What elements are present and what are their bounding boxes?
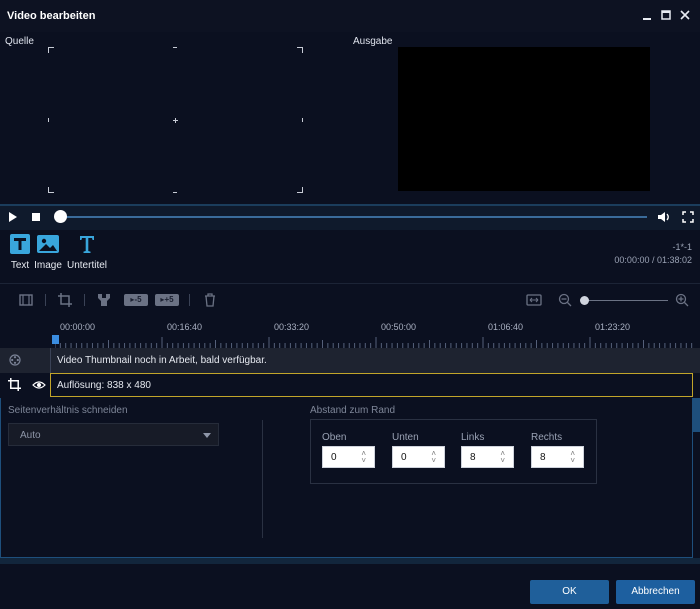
output-label: Ausgabe: [353, 36, 393, 47]
toolbar-separator: [84, 294, 85, 306]
toolbar-separator: [45, 294, 46, 306]
cancel-button[interactable]: Abbrechen: [616, 580, 695, 604]
fit-width-icon[interactable]: [526, 293, 542, 307]
subtitle-icon: [80, 236, 94, 253]
output-preview: [398, 47, 650, 191]
slower-button[interactable]: ▸-5: [124, 294, 148, 306]
zoom-slider-track[interactable]: [584, 300, 668, 301]
edit-toolbar: ▸-5 ▸+5: [0, 285, 700, 317]
frame-info: -1*-1: [672, 242, 692, 252]
title-bar: Video bearbeiten: [0, 0, 700, 32]
crop-handle-left[interactable]: [48, 118, 49, 122]
stop-icon[interactable]: [32, 213, 40, 221]
film-reel-icon: [9, 354, 21, 366]
crop-corner-bottom-left[interactable]: [48, 187, 54, 193]
source-label: Quelle: [5, 36, 34, 47]
timeline-tick-label: 01:23:20: [595, 322, 631, 332]
time-display: 00:00:00 / 01:38:02: [614, 255, 692, 265]
zoom-out-icon[interactable]: [558, 293, 572, 307]
timeline-tick-label: 00:50:00: [381, 322, 417, 332]
crop-center-mark-v: [175, 118, 176, 123]
playback-bar: [0, 204, 700, 230]
faster-button[interactable]: ▸+5: [155, 294, 179, 306]
crop-settings-panel: Seitenverhältnis schneiden Auto Abstand …: [0, 398, 693, 558]
top-margin-input[interactable]: 0 ˄ ˅: [322, 446, 375, 468]
timeline-tick-label: 00:16:40: [167, 322, 203, 332]
window-title: Video bearbeiten: [7, 10, 96, 22]
panel-scroll-strip[interactable]: [693, 398, 700, 432]
video-thumbnail-track: Video Thumbnail noch in Arbeit, bald ver…: [0, 348, 700, 373]
text-tool-label: Text: [10, 260, 30, 271]
chevron-down-icon: [203, 433, 211, 438]
right-margin-label: Rechts: [531, 432, 563, 443]
spinner-icon[interactable]: ˄ ˅: [500, 450, 505, 465]
crop-handle-right[interactable]: [302, 118, 303, 122]
source-crop-frame[interactable]: [48, 47, 303, 193]
ruler-ticks: [55, 337, 693, 348]
crop-corner-top-left[interactable]: [48, 47, 54, 53]
zoom-slider-handle[interactable]: [580, 296, 589, 305]
subtitle-tool-button[interactable]: Untertitel: [66, 234, 108, 271]
spinner-icon[interactable]: ˄ ˅: [361, 450, 366, 465]
image-tool-button[interactable]: Image: [34, 234, 62, 271]
aspect-ratio-label: Seitenverhältnis schneiden: [8, 405, 128, 416]
thumbnail-message: Video Thumbnail noch in Arbeit, bald ver…: [57, 355, 267, 366]
play-icon[interactable]: [9, 212, 17, 222]
spinner-icon[interactable]: ˄ ˅: [431, 450, 436, 465]
text-tool-button[interactable]: Text: [9, 234, 31, 271]
spinner-icon[interactable]: ˄ ˅: [570, 450, 575, 465]
cut-icon[interactable]: [97, 293, 111, 307]
minimize-icon[interactable]: [640, 8, 654, 22]
timeline-tick-label: 00:00:00: [60, 322, 96, 332]
left-margin-label: Links: [461, 432, 485, 443]
film-strip-icon[interactable]: [19, 293, 33, 307]
bottom-margin-input[interactable]: 0 ˄ ˅: [392, 446, 445, 468]
zoom-in-icon[interactable]: [675, 293, 689, 307]
trash-icon[interactable]: [204, 293, 216, 307]
top-margin-label: Oben: [322, 432, 347, 443]
timeline-tick-label: 01:06:40: [488, 322, 524, 332]
resolution-text: Auflösung: 838 x 480: [57, 380, 151, 391]
fullscreen-icon[interactable]: [682, 211, 694, 223]
crop-track: Auflösung: 838 x 480: [0, 373, 700, 398]
seek-handle[interactable]: [54, 210, 67, 223]
text-icon: [10, 234, 30, 254]
image-tool-label: Image: [34, 260, 62, 271]
left-margin-value: 8: [470, 452, 476, 463]
image-icon: [37, 235, 59, 253]
margin-group: Oben 0 ˄ ˅ Unten 0 ˄ ˅ Links 8 ˄ ˅ Rechts 8…: [310, 419, 597, 484]
bottom-margin-label: Unten: [392, 432, 419, 443]
timeline-ruler[interactable]: 00:00:00 00:16:40 00:33:20 00:50:00 01:0…: [0, 317, 700, 348]
timeline-tick-label: 00:33:20: [274, 322, 310, 332]
volume-icon[interactable]: [657, 211, 671, 223]
tools-row: Text Image Untertitel -1*-1 00:00:00 / 0…: [0, 230, 700, 284]
dialog-footer: OK Abbrechen: [0, 558, 700, 609]
margin-label: Abstand zum Rand: [310, 405, 396, 416]
right-margin-value: 8: [540, 452, 546, 463]
ok-button[interactable]: OK: [530, 580, 609, 604]
left-margin-input[interactable]: 8 ˄ ˅: [461, 446, 514, 468]
toolbar-separator: [189, 294, 190, 306]
crop-icon[interactable]: [8, 378, 21, 391]
preview-area: Quelle Ausgabe: [0, 32, 700, 204]
crop-corner-top-right[interactable]: [297, 47, 303, 53]
bottom-margin-value: 0: [401, 452, 407, 463]
aspect-ratio-value: Auto: [20, 430, 41, 441]
right-margin-input[interactable]: 8 ˄ ˅: [531, 446, 584, 468]
crop-icon[interactable]: [58, 293, 72, 307]
crop-handle-bottom[interactable]: [173, 192, 177, 193]
panel-divider: [262, 420, 263, 538]
track-divider: [50, 348, 51, 373]
subtitle-tool-label: Untertitel: [66, 260, 107, 271]
eye-icon[interactable]: [32, 380, 46, 390]
close-icon[interactable]: [678, 8, 692, 22]
crop-handle-top[interactable]: [173, 47, 177, 48]
playhead-marker[interactable]: [52, 335, 59, 344]
crop-corner-bottom-right[interactable]: [297, 187, 303, 193]
top-margin-value: 0: [331, 452, 337, 463]
maximize-icon[interactable]: [659, 8, 673, 22]
aspect-ratio-dropdown[interactable]: Auto: [8, 423, 219, 446]
seek-track[interactable]: [55, 216, 647, 218]
